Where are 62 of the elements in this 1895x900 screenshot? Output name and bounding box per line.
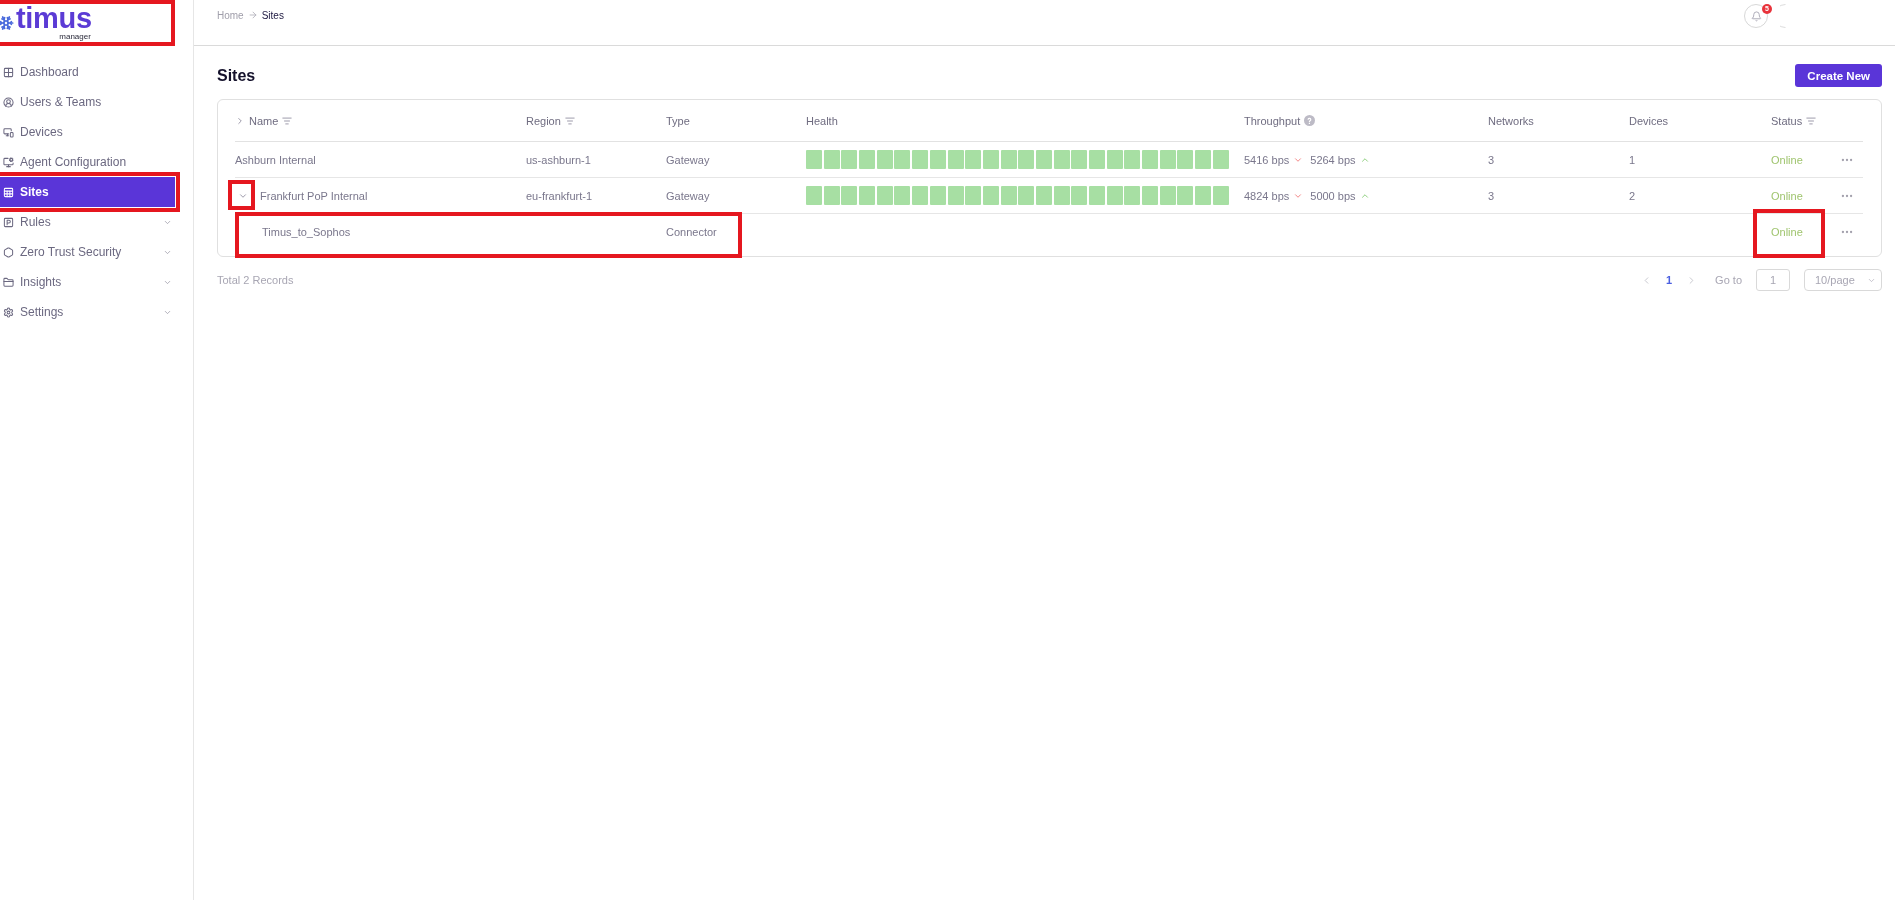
arrow-right-icon bbox=[247, 10, 258, 20]
partial-ring-icon[interactable] bbox=[1780, 4, 1786, 28]
nav-item[interactable]: Rules bbox=[0, 207, 175, 237]
hexagon-icon bbox=[3, 246, 14, 258]
square-p-icon bbox=[3, 216, 14, 228]
column-header: Throughput bbox=[1244, 114, 1301, 127]
monitor-phone-icon bbox=[3, 126, 14, 138]
breadcrumb-current: Sites bbox=[261, 9, 284, 21]
table-cell: 2 bbox=[1629, 189, 1636, 202]
status-text: Online bbox=[1771, 226, 1803, 238]
settings-icon bbox=[3, 306, 14, 318]
filter-icon[interactable] bbox=[1806, 115, 1817, 126]
throughput-value: 5000 bps bbox=[1310, 189, 1356, 202]
snowflake-logo-icon bbox=[0, 15, 14, 31]
user-circle-icon bbox=[3, 96, 14, 108]
nav-item[interactable]: Settings bbox=[0, 297, 175, 327]
table-cell: 1 bbox=[1629, 153, 1636, 166]
table-cell: us-ashburn-1 bbox=[526, 153, 591, 166]
column-header: Devices bbox=[1629, 114, 1669, 127]
nav-item[interactable]: Agent Configuration bbox=[0, 147, 175, 177]
nav-item[interactable]: Devices bbox=[0, 117, 175, 147]
table-cell: Connector bbox=[666, 226, 717, 238]
nav-item[interactable]: Users & Teams bbox=[0, 87, 175, 117]
total-records: Total 2 Records bbox=[217, 274, 294, 286]
page-title: Sites bbox=[217, 66, 256, 85]
column-header: Status bbox=[1771, 114, 1803, 127]
table-cell: 3 bbox=[1488, 153, 1495, 166]
throughput-value: 4824 bps bbox=[1244, 189, 1290, 202]
table-cell: Gateway bbox=[666, 189, 710, 202]
column-header: Name bbox=[249, 114, 279, 127]
page-button[interactable]: 1 bbox=[1663, 274, 1675, 286]
logo-text: timus bbox=[16, 5, 92, 32]
nav-item[interactable]: Dashboard bbox=[0, 57, 175, 87]
column-header: Health bbox=[806, 114, 838, 127]
help-icon[interactable] bbox=[1304, 115, 1316, 126]
table-cell: Ashburn Internal bbox=[235, 153, 316, 166]
logo-tagline: manager bbox=[59, 32, 91, 41]
chevron-right-icon[interactable] bbox=[235, 115, 245, 126]
nav-item[interactable]: Insights bbox=[0, 267, 175, 297]
column-header: Type bbox=[666, 114, 690, 127]
nav-item[interactable]: Zero Trust Security bbox=[0, 237, 175, 267]
folder-icon bbox=[3, 276, 14, 288]
filter-icon[interactable] bbox=[282, 115, 293, 126]
table-icon bbox=[3, 186, 14, 198]
throughput-value: 5416 bps bbox=[1244, 153, 1290, 166]
monitor-gear-icon bbox=[3, 156, 14, 168]
grid-icon bbox=[3, 66, 14, 78]
status-text: Online bbox=[1771, 189, 1803, 202]
table-cell: Gateway bbox=[666, 153, 710, 166]
table-cell: 3 bbox=[1488, 189, 1495, 202]
column-header: Region bbox=[526, 114, 561, 127]
table-cell-text: Timus_to_Sophos bbox=[261, 226, 351, 238]
table-cell-text: Frankfurt PoP Internal bbox=[259, 189, 368, 202]
filter-icon[interactable] bbox=[564, 115, 575, 126]
status-text: Online bbox=[1771, 153, 1803, 166]
throughput-value: 5264 bps bbox=[1310, 153, 1356, 166]
nav-item[interactable]: Sites bbox=[0, 177, 175, 207]
table-cell: eu-frankfurt-1 bbox=[526, 189, 593, 202]
goto-label: Go to bbox=[1715, 274, 1742, 286]
bell-icon bbox=[1750, 10, 1762, 22]
column-header: Networks bbox=[1488, 114, 1534, 127]
create-new-button[interactable]: Create New bbox=[1795, 64, 1882, 87]
